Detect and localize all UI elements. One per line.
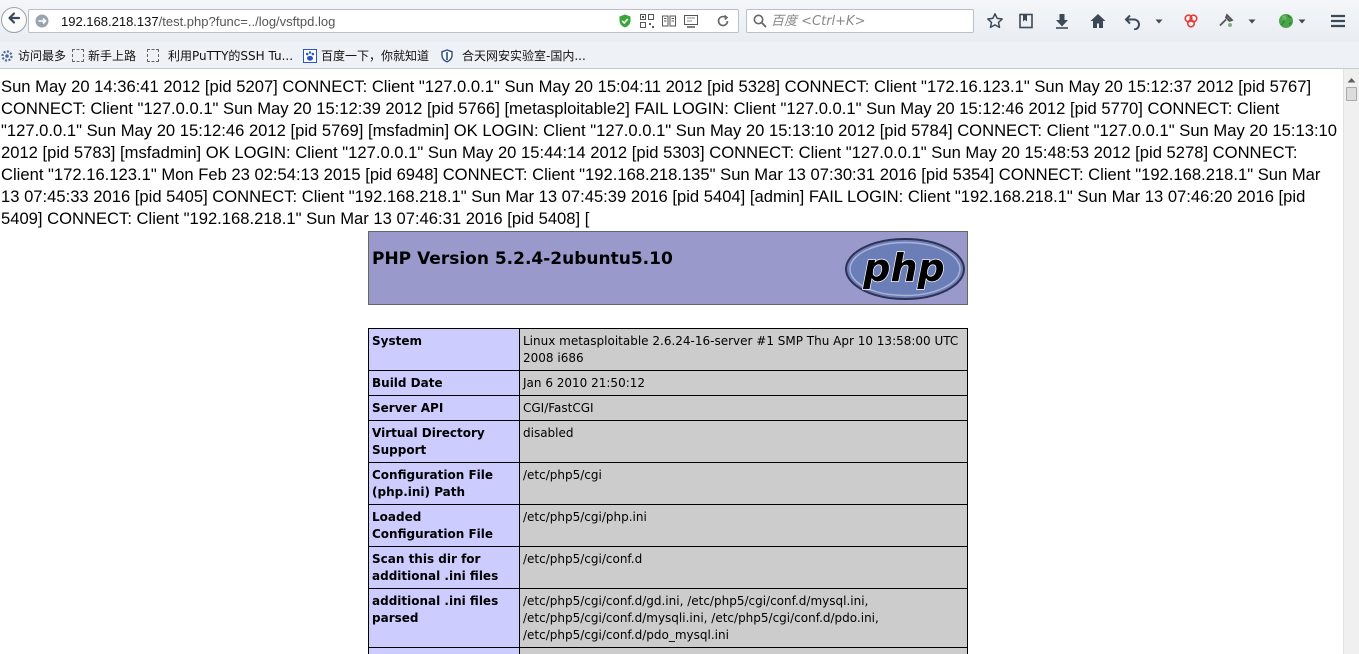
info-key: Virtual Directory Support [368, 420, 520, 463]
dropdown-icon[interactable] [1296, 11, 1308, 31]
info-value: CGI/FastCGI [519, 395, 968, 421]
reader-view-icon[interactable] [661, 13, 677, 29]
bookmark-putty-ssh[interactable]: 利用PuTTY的SSH Tu... [147, 47, 293, 64]
bookmark-getting-started[interactable]: 新手上路 [72, 47, 136, 64]
search-input[interactable] [771, 12, 967, 30]
table-row: System Linux metasploitable 2.6.24-16-ser… [368, 328, 968, 371]
info-key: Configuration File (php.ini) Path [368, 462, 520, 505]
table-row: Configuration File (php.ini) Path/etc/ph… [368, 462, 968, 505]
info-key: Loaded Configuration File [368, 504, 520, 547]
back-icon [6, 10, 22, 30]
info-key: additional .ini files parsed [368, 588, 520, 648]
info-key: Build Date [368, 370, 520, 396]
address-bar[interactable]: 192.168.218.137/test.php?func=../log/vsf… [28, 9, 739, 33]
screenshot-icon[interactable] [683, 13, 699, 29]
info-value: 20041225 [519, 647, 968, 654]
back-button[interactable] [1, 7, 27, 33]
navigation-toolbar: 192.168.218.137/test.php?func=../log/vsf… [0, 0, 1359, 42]
info-value: Linux metasploitable 2.6.24-16-server #1… [519, 328, 968, 371]
info-value: disabled [519, 420, 968, 463]
php-version-header: PHP Version 5.2.4-2ubuntu5.10 php [368, 231, 968, 305]
table-row: Scan this dir for additional .ini files /… [368, 546, 968, 589]
menu-icon[interactable] [1328, 11, 1348, 31]
php-version-title: PHP Version 5.2.4-2ubuntu5.10 [372, 249, 673, 269]
gear-icon [0, 49, 14, 63]
bookmarks-bar: 访问最多 新手上路 利用PuTTY的SSH Tu... 百度一下，你就知道 合天… [0, 42, 1359, 69]
url-text: 192.168.218.137/test.php?func=../log/vsf… [61, 14, 336, 29]
dropdown-icon[interactable] [1245, 11, 1259, 31]
bookmark-most-visited[interactable]: 访问最多 [0, 47, 66, 64]
clover-icon[interactable] [1181, 11, 1201, 31]
bookmark-hetian-lab[interactable]: 合天网安实验室-国内... [440, 47, 586, 64]
info-value: /etc/php5/cgi/conf.d [519, 546, 968, 589]
scroll-up-button[interactable] [1344, 69, 1359, 85]
qr-icon[interactable] [639, 13, 655, 29]
info-value: /etc/php5/cgi/conf.d/gd.ini, /etc/php5/c… [519, 588, 968, 648]
site-info-icon[interactable] [34, 13, 50, 29]
info-key: Scan this dir for additional .ini files [368, 546, 520, 589]
home-icon[interactable] [1088, 11, 1108, 31]
dropdown-icon[interactable] [1152, 11, 1166, 31]
paw-icon [303, 48, 317, 63]
php-info-table: System Linux metasploitable 2.6.24-16-ser… [368, 328, 968, 654]
table-row: Server API CGI/FastCGI [368, 395, 968, 421]
table-row: Loaded Configuration File/etc/php5/cgi/p… [368, 504, 968, 547]
table-row: Virtual Directory Support disabled [368, 420, 968, 463]
vertical-scrollbar[interactable] [1343, 69, 1359, 654]
php-logo-text: php [862, 246, 944, 290]
table-row: Build Date Jan 6 2010 21:50:12 [368, 370, 968, 396]
shield-icon [440, 48, 454, 63]
bookmarks-list-icon[interactable] [1016, 11, 1036, 31]
vsftpd-log-text: Sun May 20 14:36:41 2012 [pid 5207] CONN… [1, 77, 1338, 228]
download-icon[interactable] [1052, 11, 1072, 31]
table-row: additional .ini files parsed/etc/php5/cg… [368, 588, 968, 648]
info-key: System [368, 328, 520, 371]
page-content: Sun May 20 14:36:41 2012 [pid 5207] CONN… [0, 69, 1343, 654]
shield-icon[interactable] [617, 13, 633, 29]
info-value: Jan 6 2010 21:50:12 [519, 370, 968, 396]
table-row: PHP API20041225 [368, 647, 968, 654]
info-key: Server API [368, 395, 520, 421]
php-logo: php [845, 238, 965, 300]
bookmark-baidu[interactable]: 百度一下，你就知道 [303, 47, 429, 64]
tools-icon[interactable] [1216, 11, 1236, 31]
info-value: /etc/php5/cgi/php.ini [519, 504, 968, 547]
bookmark-star-icon[interactable] [985, 11, 1005, 31]
globe-icon[interactable] [1276, 11, 1296, 31]
info-value: /etc/php5/cgi [519, 462, 968, 505]
page-icon [72, 49, 84, 62]
info-key: PHP API [368, 647, 520, 654]
page-icon [147, 49, 159, 62]
search-box[interactable] [746, 9, 974, 33]
scrollbar-thumb[interactable] [1346, 87, 1357, 101]
undo-icon[interactable] [1123, 11, 1143, 31]
chevron-up-icon [1347, 68, 1356, 87]
search-icon [752, 13, 768, 33]
reload-icon[interactable] [715, 13, 731, 29]
